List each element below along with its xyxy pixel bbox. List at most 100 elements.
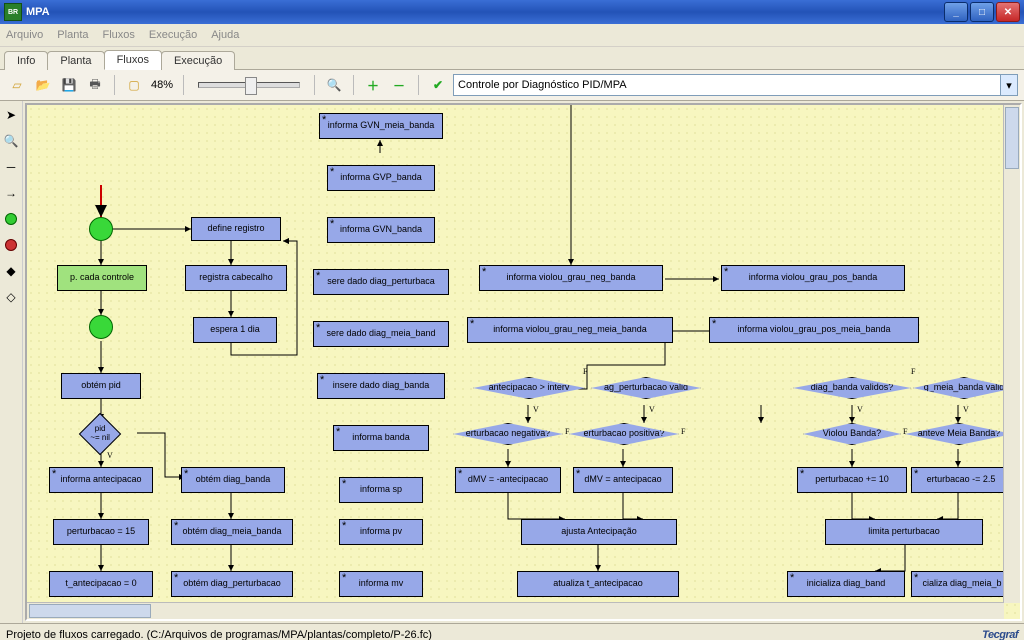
obtem-diag-banda[interactable]: *obtém diag_banda [181,467,285,493]
pid-ne-nil-decision[interactable]: pid ~= nil [79,413,121,455]
espera-1-dia[interactable]: espera 1 dia [193,317,277,343]
zoom-percent: 48% [151,79,173,91]
insere-dado-diag-banda[interactable]: *insere dado diag_banda [317,373,445,399]
side-toolbar: ➤ 🔍 ─ → ◆ ◇ [0,101,23,623]
violou-banda-decision[interactable]: Violou Banda? [803,423,901,445]
maximize-button[interactable]: □ [970,2,994,22]
v4: V [963,405,969,414]
informa-sp[interactable]: *informa sp [339,477,423,503]
define-registro[interactable]: define registro [191,217,281,241]
zoom-tool2-icon[interactable]: 🔍 [1,131,21,151]
foreach-controle[interactable]: p. cada controle [57,265,147,291]
ag-perturbacao-valid-decision[interactable]: ag_perturbacao valid [591,377,701,399]
f1b: F [911,367,915,376]
diamond-tool-icon[interactable]: ◇ [1,287,21,307]
dropdown-icon[interactable]: ▾ [1000,75,1017,95]
menu-fluxos[interactable]: Fluxos [103,29,135,41]
dmv-neg[interactable]: *dMV = -antecipacao [455,467,561,493]
manteve-meia-banda-decision[interactable]: anteve Meia Banda? [905,423,1013,445]
tab-info[interactable]: Info [4,51,48,70]
titlebar: BR MPA _ □ ✕ [0,0,1024,24]
obtem-diag-perturbacao[interactable]: *obtém diag_perturbacao [171,571,293,597]
scrollbar-thumb-v[interactable] [1005,107,1019,169]
menu-execucao[interactable]: Execução [149,29,197,41]
menubar: Arquivo Planta Fluxos Execução Ajuda [0,24,1024,47]
diagram-canvas[interactable]: p. cada controle obtém pid pid ~= nil V … [25,103,1022,621]
label-v: V [107,451,113,460]
zoom-slider[interactable] [198,82,300,88]
horizontal-scrollbar[interactable] [27,602,1004,619]
statusbar-text: Projeto de fluxos carregado. (C:/Arquivo… [6,629,432,640]
perturbacao-negativa-decision[interactable]: erturbacao negativa? [453,423,563,445]
polyshape-tool-icon[interactable]: ◆ [1,261,21,281]
zoom-tool-icon[interactable]: 🔍 [323,74,345,96]
obtem-pid[interactable]: obtém pid [61,373,141,399]
informa-gvn-meia-banda[interactable]: *informa GVN_meia_banda [319,113,443,139]
tab-planta[interactable]: Planta [47,51,104,70]
toolbar: ▱ 📂 💾 🖶 ▢ 48% 🔍 ＋ － ✔ Controle por Diagn… [0,70,1024,101]
f2: F [565,427,569,436]
v1: V [533,405,539,414]
green-node-tool-icon[interactable] [1,209,21,229]
informa-violou-grau-neg-banda[interactable]: *informa violou_grau_neg_banda [479,265,663,291]
vertical-scrollbar[interactable] [1003,105,1020,603]
flow-selector[interactable]: Controle por Diagnóstico PID/MPA ▾ [453,74,1018,96]
slider-thumb[interactable] [245,77,257,95]
diag-banda-validos-decision[interactable]: diag_banda validos? [793,377,911,399]
obtem-diag-meia-banda[interactable]: *obtém diag_meia_banda [171,519,293,545]
print-icon[interactable]: 🖶 [84,74,106,96]
perturbacao-15[interactable]: perturbacao = 15 [53,519,149,545]
tab-execucao[interactable]: Execução [161,51,235,70]
new-icon[interactable]: ▱ [6,74,28,96]
f4: F [903,427,907,436]
minimize-button[interactable]: _ [944,2,968,22]
perturbacao-positiva-decision[interactable]: erturbacao positiva? [569,423,679,445]
registra-cabecalho[interactable]: registra cabecalho [185,265,287,291]
antecipacao-interv-decision[interactable]: antecipacao > interv [473,377,585,399]
red-node-tool-icon[interactable] [1,235,21,255]
flow-selector-text: Controle por Diagnóstico PID/MPA [458,79,627,91]
informa-gvp-banda[interactable]: *informa GVP_banda [327,165,435,191]
informa-violou-grau-pos-banda[interactable]: *informa violou_grau_pos_banda [721,265,905,291]
join-node[interactable] [89,315,113,339]
open-icon[interactable]: 📂 [32,74,54,96]
close-button[interactable]: ✕ [996,2,1020,22]
perturbacao-plus-10[interactable]: *perturbacao += 10 [797,467,907,493]
preview-icon[interactable]: ▢ [123,74,145,96]
informa-gvn-banda[interactable]: *informa GVN_banda [327,217,435,243]
inicializa-diag-band[interactable]: *inicializa diag_band [787,571,905,597]
informa-violou-grau-pos-meia-banda[interactable]: *informa violou_grau_pos_meia_banda [709,317,919,343]
line-tool-icon[interactable]: ─ [1,157,21,177]
informa-pv[interactable]: *informa pv [339,519,423,545]
add-icon[interactable]: ＋ [362,74,384,96]
informa-antecipacao[interactable]: *informa antecipacao [49,467,153,493]
save-icon[interactable]: 💾 [58,74,80,96]
atualiza-t-antecipacao[interactable]: atualiza t_antecipacao [517,571,679,597]
tecgraf-logo: Tecgraf [982,629,1018,640]
limita-perturbacao[interactable]: limita perturbacao [825,519,983,545]
perturbacao-minus-25[interactable]: *erturbacao -= 2.5 [911,467,1011,493]
f3: F [681,427,685,436]
check-icon[interactable]: ✔ [427,74,449,96]
tab-fluxos[interactable]: Fluxos [104,50,162,70]
start-node[interactable] [89,217,113,241]
g-meia-banda-valid-decision[interactable]: g_meia_banda valid [913,377,1015,399]
ajusta-antecipacao[interactable]: ajusta Antecipação [521,519,677,545]
sere-dado-diag-meia-band[interactable]: *sere dado diag_meia_band [313,321,449,347]
remove-icon[interactable]: － [388,74,410,96]
menu-ajuda[interactable]: Ajuda [211,29,239,41]
dmv-pos[interactable]: *dMV = antecipacao [573,467,673,493]
informa-banda[interactable]: *informa banda [333,425,429,451]
scrollbar-thumb-h[interactable] [29,604,151,618]
menu-arquivo[interactable]: Arquivo [6,29,43,41]
cializa-diag-meia-b[interactable]: *cializa diag_meia_b [911,571,1013,597]
t-antecipacao-0[interactable]: t_antecipacao = 0 [49,571,153,597]
cursor-tool-icon[interactable]: ➤ [1,105,21,125]
informa-mv[interactable]: *informa mv [339,571,423,597]
arrow-tool-icon[interactable]: → [1,183,21,203]
v3: V [857,405,863,414]
statusbar: Projeto de fluxos carregado. (C:/Arquivo… [0,623,1024,640]
menu-planta[interactable]: Planta [57,29,88,41]
sere-dado-diag-perturbaca[interactable]: *sere dado diag_perturbaca [313,269,449,295]
informa-violou-grau-neg-meia-banda[interactable]: *informa violou_grau_neg_meia_banda [467,317,673,343]
